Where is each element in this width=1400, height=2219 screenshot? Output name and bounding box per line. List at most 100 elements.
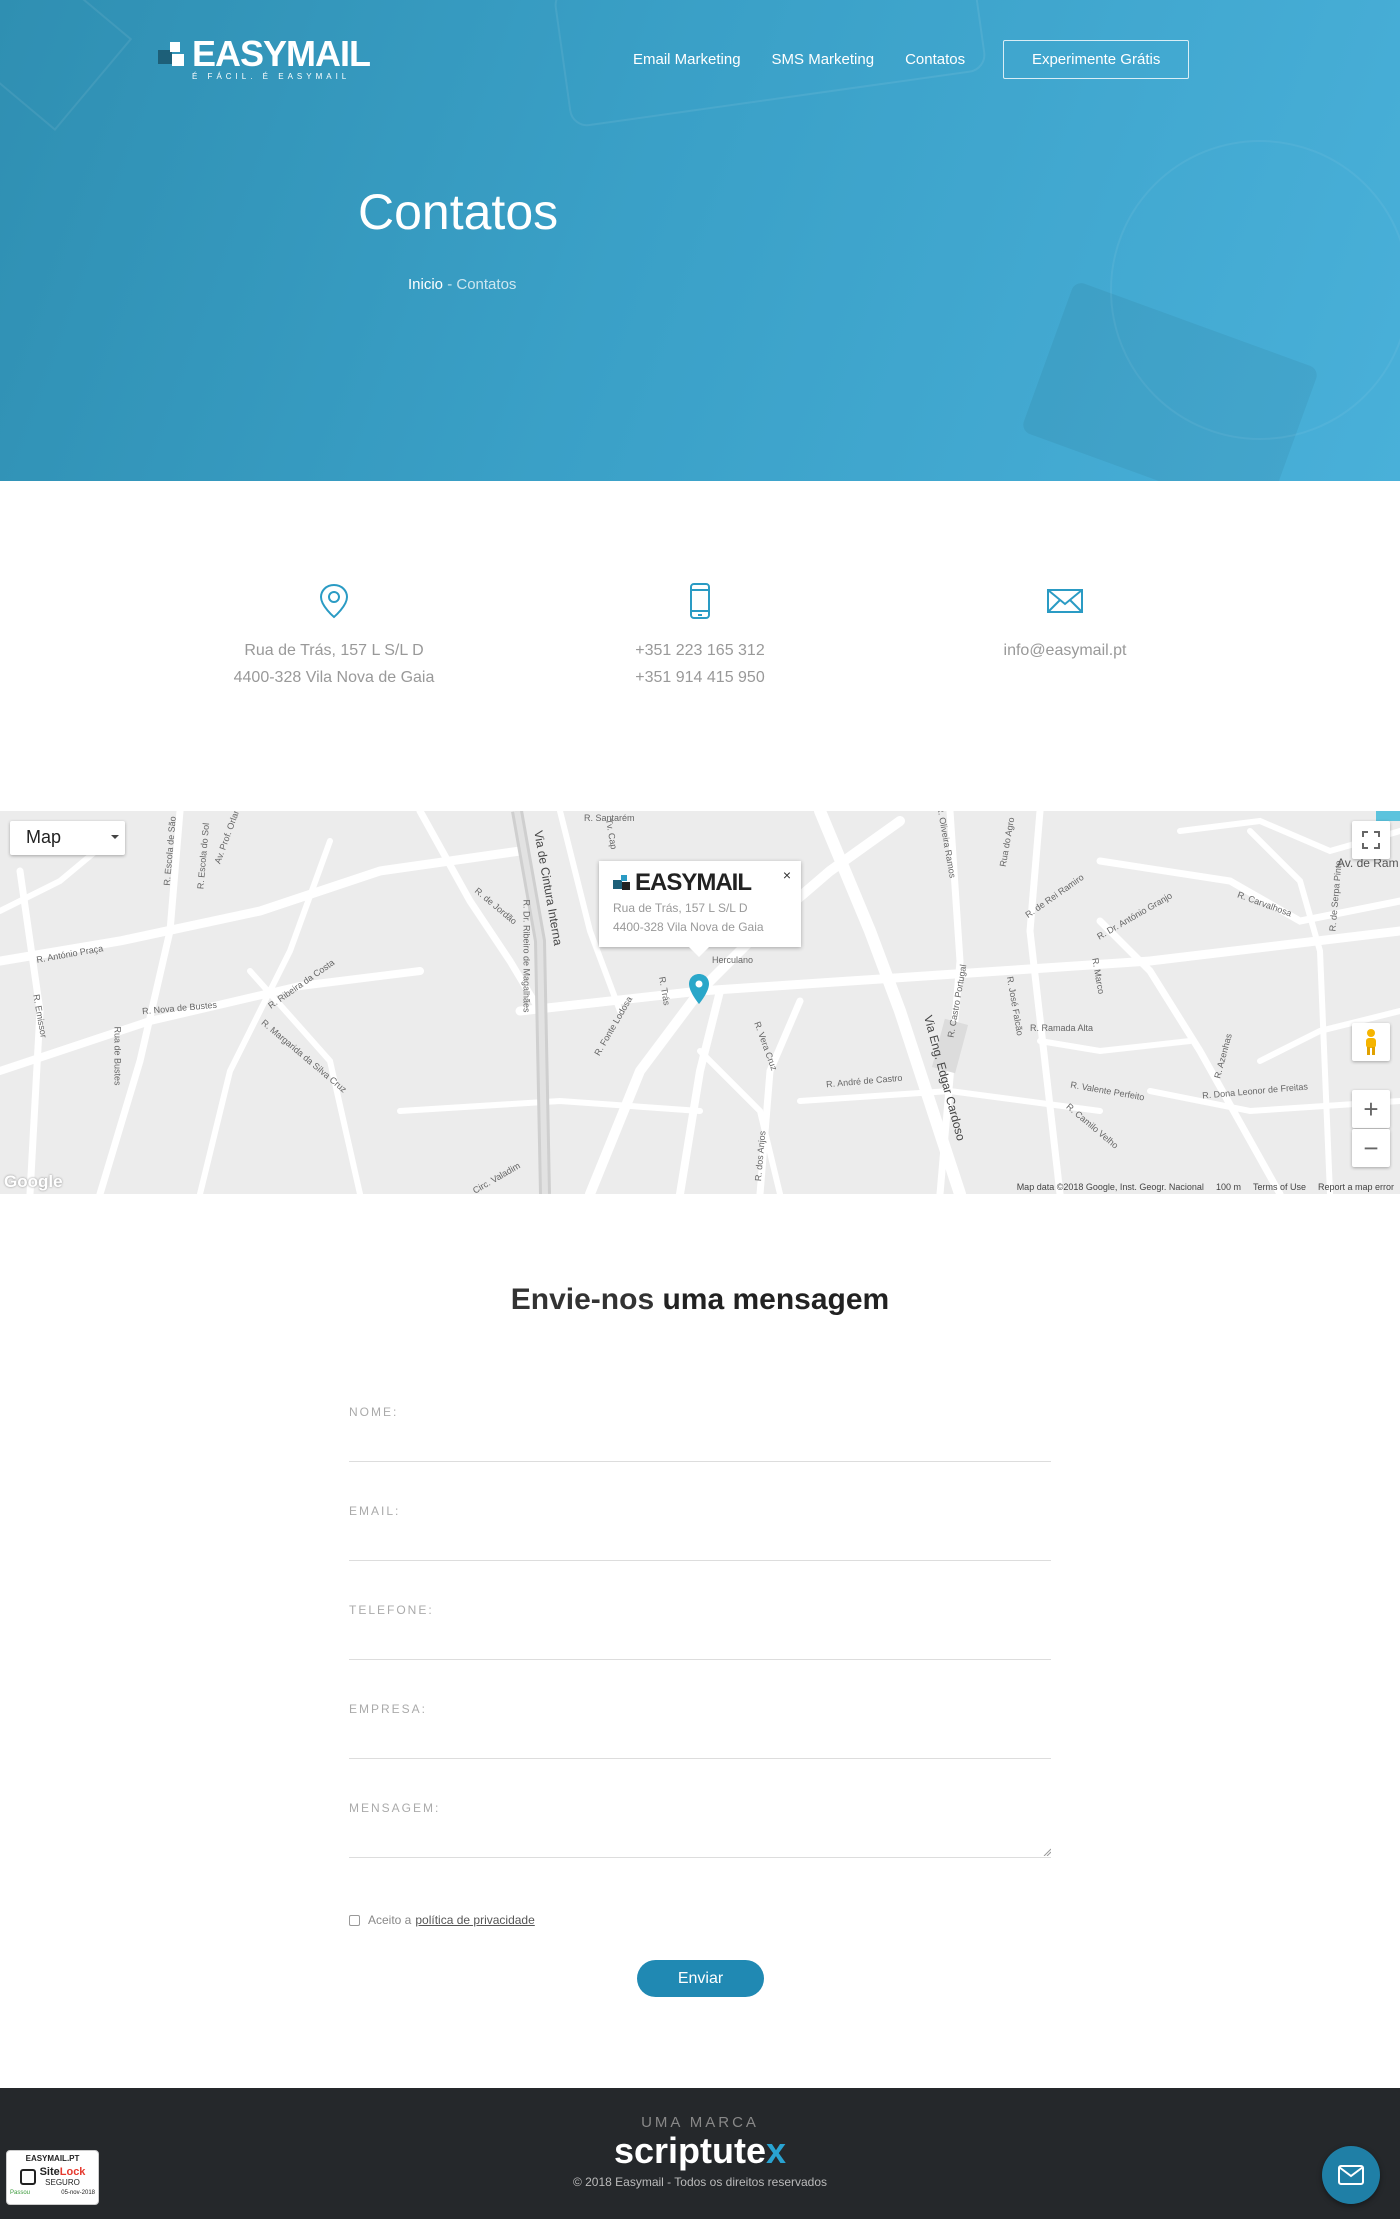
contact-email[interactable]: info@easymail.pt [905,637,1225,664]
sitelock-name-b: Lock [59,2166,86,2178]
info-window-tail [689,947,709,957]
company-label: EMPRESA: [349,1702,428,1716]
chat-button[interactable] [1322,2146,1380,2204]
company-field[interactable]: EMPRESA: [349,1702,1051,1759]
map-type-label: Map [26,827,62,847]
map-type-select[interactable]: Map [10,821,125,855]
footer-brand-pre: UMA MARCA [641,2114,759,2131]
form-title-bold: uma mensagem [662,1283,890,1316]
site-footer: UMA MARCA scriptutex © 2018 Easymail - T… [0,2088,1400,2219]
form-title-light: Envie-nos [510,1283,663,1316]
footer-brand-logo[interactable]: scriptutex [0,2133,1400,2169]
address-line-2: 4400-328 Vila Nova de Gaia [233,669,435,686]
map-report-link[interactable]: Report a map error [1318,1182,1394,1192]
email-block: info@easymail.pt [905,581,1225,664]
map-label: R. Ramada Alta [1030,1023,1094,1033]
privacy-text: Aceito a [368,1913,412,1927]
name-label: NOME: [349,1405,399,1419]
zoom-out-button[interactable]: − [1352,1129,1390,1167]
fullscreen-button[interactable] [1352,821,1390,859]
nav-contatos[interactable]: Contatos [905,51,965,68]
name-input[interactable] [349,1419,1051,1461]
map-marker-icon[interactable] [688,974,710,1004]
zoom-in-button[interactable]: + [1352,1090,1390,1128]
sitelock-pass: Passou [10,2190,31,2196]
logo-mark-icon [158,40,188,70]
nav-email-marketing[interactable]: Email Marketing [633,51,741,68]
footer-brand-block: UMA MARCA scriptutex © 2018 Easymail - T… [0,2114,1400,2189]
email-label: EMAIL: [349,1504,401,1518]
logo-tagline: É FÁCIL. É EASYMAIL [192,72,351,81]
sitelock-site: EASYMAIL.PT [25,2154,80,2163]
info-window-logo: EASYMAIL [613,871,787,895]
sitelock-sub: SEGURO [45,2178,80,2187]
address-line-1: Rua de Trás, 157 L S/L D [244,642,424,659]
form-title: Envie-nos uma mensagem [0,1283,1400,1317]
name-field[interactable]: NOME: [349,1405,1051,1462]
site-logo[interactable]: EASYMAIL É FÁCIL. É EASYMAIL [158,33,371,81]
phone-1[interactable]: +351 223 165 312 [540,637,860,664]
street-view-pegman[interactable] [1352,1023,1390,1061]
address-block: Rua de Trás, 157 L S/L D 4400-328 Vila N… [174,581,494,691]
page-title: Contatos [358,184,559,240]
phone-2[interactable]: +351 914 415 950 [540,664,860,691]
lock-icon [19,2169,36,2185]
breadcrumb-current: Contatos [456,276,517,293]
submit-button[interactable]: Enviar [637,1960,764,1997]
message-label: MENSAGEM: [349,1801,441,1815]
email-input[interactable] [349,1518,1051,1560]
info-window-brand: EASYMAIL [635,869,752,896]
mobile-phone-icon [690,583,710,619]
message-field[interactable]: MENSAGEM: [349,1801,1051,1858]
privacy-policy-link[interactable]: política de privacidade [415,1913,534,1927]
info-window-line-2: 4400-328 Vila Nova de Gaia [613,920,764,934]
breadcrumb-home[interactable]: Inicio [408,276,443,293]
breadcrumb-separator: - [443,276,457,293]
close-icon[interactable]: × [783,867,791,883]
phone-block: +351 223 165 312 +351 914 415 950 [540,581,860,691]
sitelock-name: SiteLock [40,2167,86,2178]
map-attribution-bar: Map data ©2018 Google, Inst. Geogr. Naci… [1017,1182,1394,1192]
footer-brand-x: x [766,2130,787,2171]
message-textarea[interactable] [349,1815,1051,1857]
sitelock-badge[interactable]: EASYMAIL.PT SiteLock SEGURO Passou 05-no… [6,2150,99,2205]
phone-input[interactable] [349,1617,1051,1659]
logo-mark-icon [613,874,631,892]
info-window-line-1: Rua de Trás, 157 L S/L D [613,901,748,915]
envelope-icon [1047,589,1083,613]
sitelock-date: 05-nov-2018 [61,2190,95,2196]
main-nav: Email Marketing SMS Marketing Contatos E… [633,40,1190,79]
google-map[interactable]: R. Santarém Tv. Cap R. Oliveira Ramos Ru… [0,811,1400,1194]
map-attribution: Map data ©2018 Google, Inst. Geogr. Naci… [1016,1182,1204,1192]
map-label: Rua de Bustes [112,1026,123,1086]
logo-name: EASYMAIL [192,33,371,74]
google-logo[interactable]: Google [4,1172,63,1192]
privacy-checkbox[interactable] [349,1914,360,1926]
nav-sms-marketing[interactable]: SMS Marketing [772,51,875,68]
footer-brand-name: scriptute [613,2130,766,2171]
contact-info: Rua de Trás, 157 L S/L D 4400-328 Vila N… [0,481,1400,811]
chevron-down-icon [111,835,119,839]
free-trial-button[interactable]: Experimente Grátis [1003,40,1190,79]
map-label: Herculano [712,955,754,965]
resize-handle-icon[interactable] [1043,1848,1051,1856]
email-field[interactable]: EMAIL: [349,1504,1051,1561]
location-pin-icon [319,583,349,619]
map-scale[interactable]: 100 m [1216,1182,1241,1192]
breadcrumb: Inicio - Contatos [408,276,516,293]
privacy-consent: Aceito a política de privacidade [349,1913,535,1927]
info-window-address: Rua de Trás, 157 L S/L D 4400-328 Vila No… [613,899,787,937]
fullscreen-icon [1362,831,1380,849]
hero-decoration [1110,140,1400,440]
phone-field[interactable]: TELEFONE: [349,1603,1051,1660]
phone-label: TELEFONE: [349,1603,434,1617]
map-terms-link[interactable]: Terms of Use [1253,1182,1306,1192]
hero-banner: EASYMAIL É FÁCIL. É EASYMAIL Email Marke… [0,0,1400,481]
sitelock-name-a: Site [39,2166,60,2178]
footer-copyright: © 2018 Easymail - Todos os direitos rese… [572,2175,828,2189]
pegman-icon [1366,1029,1376,1055]
hero-decoration [0,0,133,131]
map-info-window: EASYMAIL Rua de Trás, 157 L S/L D 4400-32… [599,861,801,957]
map-label: R. Dr. Ribeiro de Magalhães [521,899,532,1013]
company-input[interactable] [349,1716,1051,1758]
